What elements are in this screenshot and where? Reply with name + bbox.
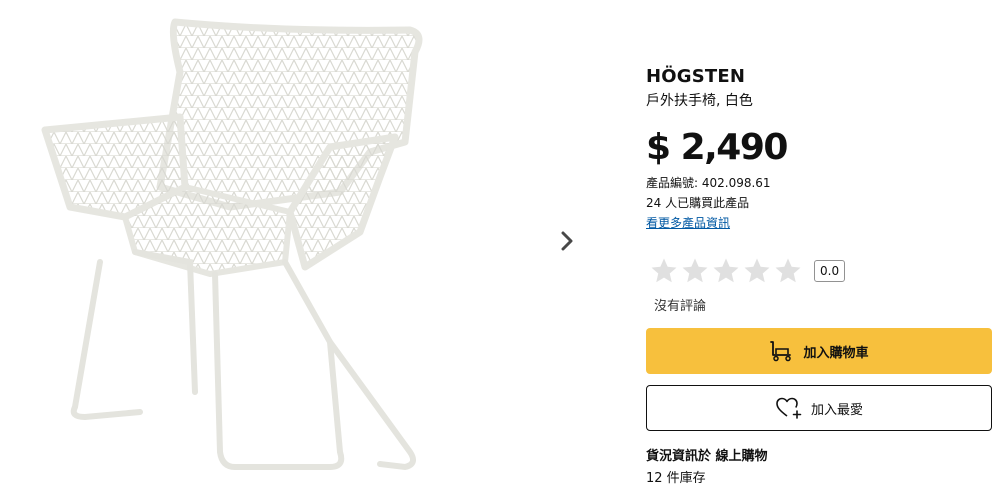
article-number: 產品編號: 402.098.61 (646, 176, 771, 190)
product-description: 戶外扶手椅, 白色 (646, 93, 753, 109)
add-to-favorites-button[interactable]: 加入最愛 (646, 385, 992, 431)
add-to-cart-button[interactable]: 加入購物車 (646, 328, 992, 374)
add-to-favorites-label: 加入最愛 (810, 402, 863, 418)
product-info: HÖGSTEN 戶外扶手椅, 白色 $ 2,490 產品編號: 402.098.… (646, 0, 992, 491)
cart-icon (770, 341, 792, 362)
next-image-button[interactable] (552, 226, 582, 256)
availability-title: 貨況資訊於 線上購物 (646, 449, 768, 464)
product-price: $ 2,490 (646, 127, 788, 168)
star-icon (744, 258, 770, 283)
no-reviews-text: 沒有評論 (654, 299, 707, 314)
chevron-right-icon (561, 231, 573, 251)
star-icon (775, 258, 801, 283)
product-name: HÖGSTEN (646, 66, 746, 87)
star-icon (713, 258, 739, 283)
product-gallery (0, 0, 600, 491)
rating-stars[interactable]: 0.0 (649, 256, 846, 286)
purchased-count: 24 人已購買此產品 (646, 196, 750, 210)
add-to-cart-label: 加入購物車 (803, 345, 869, 361)
more-product-info-link[interactable]: 看更多產品資訊 (646, 214, 730, 231)
product-image[interactable] (30, 12, 450, 482)
heart-plus-icon (776, 397, 802, 419)
rating-score: 0.0 (814, 260, 846, 282)
stock-count: 12 件庫存 (646, 471, 706, 486)
star-icon (651, 258, 677, 283)
star-icon (682, 258, 708, 283)
